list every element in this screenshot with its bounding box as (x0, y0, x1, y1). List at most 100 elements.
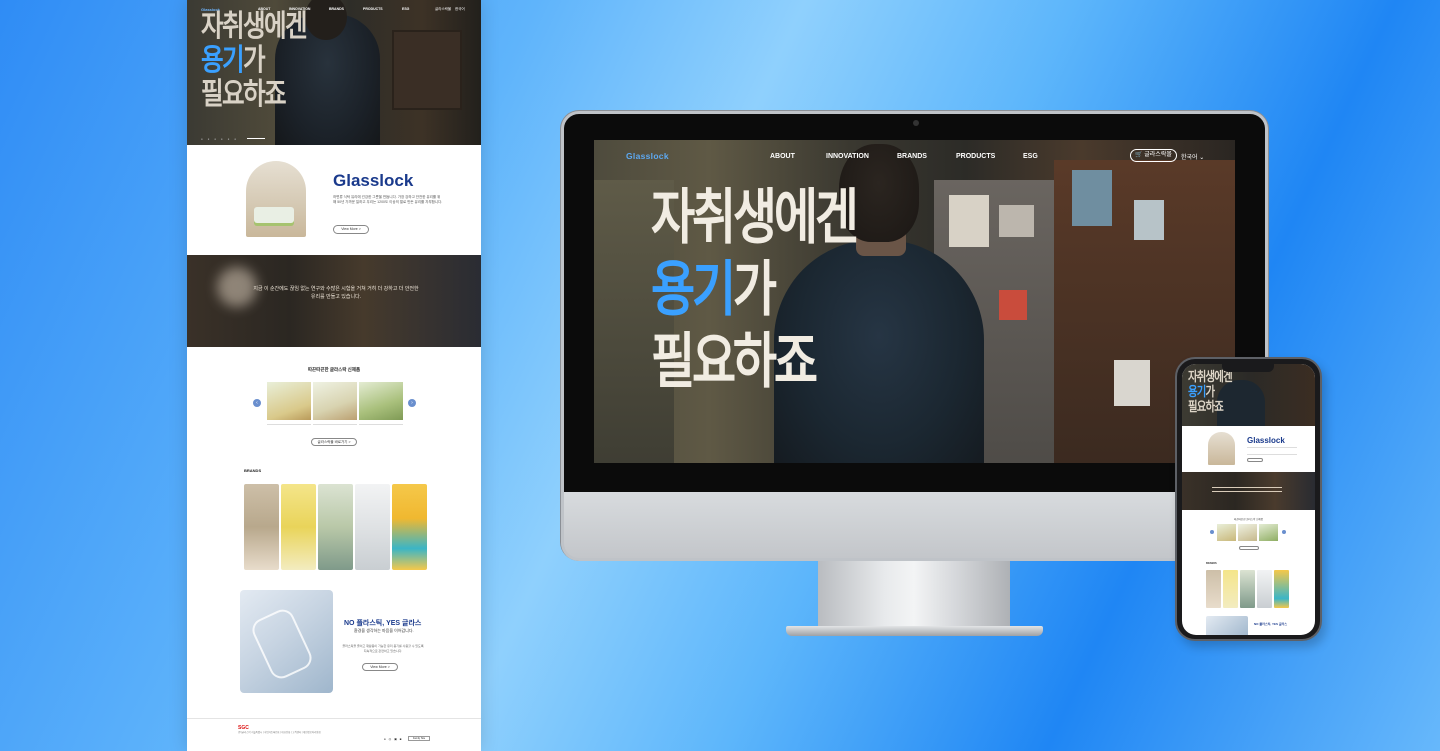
nav-esg[interactable]: ESG (402, 7, 409, 11)
footer-info: (주)글라스락 서울특별시 | 사업자등록번호 | 대표전화 | 고객센터 | … (238, 731, 321, 734)
hero-line-1: 자취생에겐 (201, 9, 308, 44)
story-text-line (1212, 491, 1282, 492)
full-page-preview: Glasslock ABOUT INNOVATION BRANDS PRODUC… (187, 0, 481, 751)
fridge-note (999, 290, 1027, 320)
phone-notch (1222, 364, 1274, 372)
brand-intro-section: Glasslock 하면류 식탁 유리에 건강한 그릇을 만듭니다. 가장 강하… (187, 145, 481, 255)
eco-image (240, 590, 333, 693)
nav-products[interactable]: PRODUCTS (363, 7, 383, 11)
shop-button[interactable]: 글라스락몰 (435, 7, 451, 12)
background-board (392, 30, 462, 110)
product-card[interactable] (313, 382, 357, 426)
nav-products[interactable]: PRODUCTS (956, 153, 995, 160)
eco-title: NO 플라스틱, YES 글라스 (344, 620, 422, 627)
new-products-heading: 따끈따끈한 글라스락 신제품 (1234, 518, 1263, 521)
shop-link-button[interactable]: 글라스락몰 바로가기 > (311, 438, 357, 446)
language-select[interactable]: 한국어 (455, 7, 465, 12)
footer: SGC (주)글라스락 서울특별시 | 사업자등록번호 | 대표전화 | 고객센… (187, 718, 481, 751)
nav-innovation[interactable]: INNOVATION (826, 153, 869, 160)
carousel-next-button[interactable]: › (408, 399, 416, 407)
hero-line-3: 필요하죠 (1188, 400, 1224, 415)
desktop-nav: Glasslock ABOUT INNOVATION BRANDS PRODUC… (594, 140, 1235, 172)
hero-line-2-rest: 가 (732, 255, 777, 325)
language-select[interactable]: 한국어 ⌄ (1181, 152, 1204, 161)
brand-tile[interactable] (1274, 570, 1289, 608)
webcam (913, 120, 919, 126)
product-caption (267, 424, 311, 425)
brand-tile[interactable] (244, 484, 279, 570)
product-card[interactable] (1217, 524, 1236, 541)
phone-brands: BRANDS (1182, 558, 1315, 616)
new-products-heading: 따끈따끈한 글라스락 신제품 (307, 367, 361, 372)
product-card[interactable] (267, 382, 311, 426)
language-label: 한국어 (1181, 155, 1198, 161)
nav-about[interactable]: ABOUT (770, 153, 795, 160)
product-card[interactable] (1238, 524, 1257, 541)
brand-view-more-button[interactable]: View More > (333, 225, 369, 234)
wall-photo (1072, 170, 1112, 226)
carousel-next-button[interactable] (1282, 530, 1286, 534)
brand-tile[interactable] (1206, 570, 1221, 608)
brand-tile[interactable] (355, 484, 390, 570)
product-caption (313, 424, 357, 425)
brand-product-image (246, 161, 306, 237)
chevron-down-icon: ⌄ (1199, 155, 1205, 161)
product-card[interactable] (1259, 524, 1278, 541)
phone-eco: NO 플라스틱, YES 글라스 (1182, 616, 1315, 635)
hero-line-1: 자취생에겐 (651, 183, 859, 253)
shop-link-button[interactable] (1239, 546, 1259, 550)
brands-heading: BRANDS (244, 468, 262, 473)
brand-tile[interactable] (1240, 570, 1255, 608)
monitor-chin (561, 492, 1268, 561)
brand-tile[interactable] (1257, 570, 1272, 608)
sns-icons[interactable]: ● ◎ ▣ ■ (384, 737, 403, 741)
brands-heading: BRANDS (1206, 562, 1217, 565)
brand-title: Glasslock (1247, 436, 1285, 445)
hero-headline: 자취생에겐 용기가 필요하죠 (1188, 370, 1233, 415)
hero-line-2-rest: 가 (1205, 385, 1216, 400)
eco-title: NO 플라스틱, YES 글라스 (1254, 622, 1288, 626)
brand-tile[interactable] (1223, 570, 1238, 608)
hero-line-2-rest: 가 (242, 43, 266, 78)
hero-pagination[interactable]: ● ● ● ● ● ● (201, 137, 238, 141)
wall-photo (1134, 200, 1164, 240)
hero-line-1: 자취생에겐 (1188, 370, 1233, 385)
brand-tile[interactable] (392, 484, 427, 570)
brands-section: BRANDS (187, 460, 481, 590)
hero-headline: 자취생에겐 용기가 필요하죠 (201, 9, 308, 112)
eco-section: NO 플라스틱, YES 글라스 환경을 생각하는 마음을 이어갑니다. 플라스… (187, 590, 481, 718)
product-image (359, 382, 403, 420)
phone-new-products: 따끈따끈한 글라스락 신제품 (1182, 510, 1315, 558)
cart-icon: 🛒 (1135, 152, 1143, 158)
family-site-select[interactable]: Family Site (408, 736, 430, 741)
story-section: 지금 이 순간에도 끊임 없는 연구와 수많은 시험을 거쳐 거히 더 강하고 … (187, 255, 481, 347)
eco-image (1206, 616, 1248, 635)
brand-tile[interactable] (281, 484, 316, 570)
eco-view-more-button[interactable]: View More > (362, 663, 398, 671)
brand-view-more-button[interactable] (1247, 458, 1263, 462)
brand-tile[interactable] (318, 484, 353, 570)
brand-product-image (1208, 432, 1235, 465)
carousel-prev-button[interactable] (1210, 530, 1214, 534)
product-image (313, 382, 357, 420)
shop-button-label: 글라스락몰 (1144, 152, 1172, 158)
hero-line-2-accent: 용기 (651, 255, 736, 325)
story-text: 지금 이 순간에도 끊임 없는 연구와 수많은 시험을 거쳐 거히 더 강하고 … (253, 286, 419, 300)
product-card[interactable] (359, 382, 403, 426)
hero-line-2-accent: 용기 (201, 43, 245, 78)
fridge-note (999, 205, 1034, 237)
desktop-logo[interactable]: Glasslock (626, 151, 669, 161)
nav-brands[interactable]: BRANDS (897, 153, 927, 160)
shop-button[interactable]: 🛒 글라스락몰 (1130, 149, 1177, 162)
nav-brands[interactable]: BRANDS (329, 7, 344, 11)
monitor-base (786, 626, 1043, 636)
hero-progress (247, 138, 265, 139)
nav-esg[interactable]: ESG (1023, 153, 1038, 160)
new-products-section: 따끈따끈한 글라스락 신제품 ‹ › 글라스락몰 바로가기 > (187, 347, 481, 460)
hero-headline: 자취생에겐 용기가 필요하죠 (651, 182, 859, 398)
phone-hero: 자취생에겐 용기가 필요하죠 (1182, 364, 1315, 426)
carousel-prev-button[interactable]: ‹ (253, 399, 261, 407)
phone-story (1182, 472, 1315, 510)
monitor-stand (818, 561, 1010, 627)
story-text-line (1212, 487, 1282, 488)
